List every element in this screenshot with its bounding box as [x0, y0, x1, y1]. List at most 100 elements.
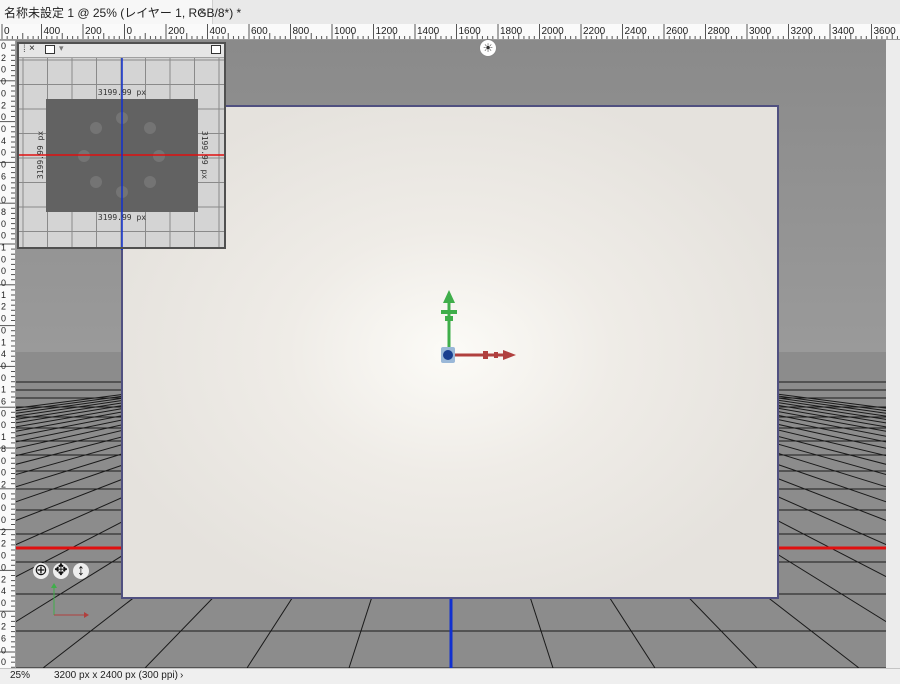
close-panel-icon[interactable]: × — [29, 43, 35, 54]
ruler-label: 1 — [1, 432, 6, 442]
ruler-label: 2 — [1, 53, 6, 63]
ruler-label: 1600 — [459, 26, 482, 37]
ruler-label: 0 — [1, 456, 6, 466]
dolly-camera-icon[interactable]: ↕ — [73, 563, 89, 579]
ruler-label: 0 — [1, 231, 6, 241]
gizmo-center-sphere[interactable] — [443, 350, 453, 360]
ruler-label: 0 — [1, 408, 6, 418]
zoom-level[interactable]: 25% — [10, 670, 30, 681]
ruler-label: 0 — [1, 420, 6, 430]
ruler-label: 0 — [1, 77, 6, 87]
dim-label-right: 3199.99 px — [200, 131, 209, 179]
ruler-label: 1800 — [500, 26, 523, 37]
chevron-down-icon[interactable]: ▾ — [59, 43, 64, 54]
ruler-label: 0 — [4, 26, 10, 37]
ruler-label: 6 — [1, 171, 6, 181]
document-info: 3200 px x 2400 px (300 ppi) — [54, 670, 178, 681]
ruler-label: 1 — [1, 290, 6, 300]
ruler-label: 0 — [1, 160, 6, 170]
ruler-label: 200 — [85, 26, 102, 37]
ruler-label: 0 — [1, 314, 6, 324]
ruler-label: 1 — [1, 337, 6, 347]
ruler-label: 2400 — [625, 26, 648, 37]
ruler-label: 6 — [1, 397, 6, 407]
close-icon[interactable]: × — [198, 4, 206, 19]
ruler-label: 0 — [1, 219, 6, 229]
ruler-label: 0 — [1, 373, 6, 383]
dim-label-bottom: 3199.99 px — [98, 213, 146, 222]
secondary-view-body[interactable]: 3199.99 px 3199.99 px 3199.99 px 3199.99… — [19, 58, 224, 247]
ruler-label: 0 — [1, 491, 6, 501]
secondary-view-panel[interactable]: ⁞ × ▾ 3199.99 px 3199.99 px 3199.99 px 3… — [17, 42, 226, 249]
ruler-label: 2 — [1, 539, 6, 549]
ruler-label: 2800 — [708, 26, 731, 37]
gizmo-x-scale[interactable] — [483, 351, 488, 359]
camera-widgets: ⊕ ✥ ↕ — [33, 563, 89, 579]
dim-label-top: 3199.99 px — [98, 88, 146, 97]
ruler-label: 0 — [1, 610, 6, 620]
ruler-label: 0 — [1, 65, 6, 75]
ruler-label: 0 — [1, 88, 6, 98]
dim-label-left: 3199.99 px — [36, 131, 45, 179]
ruler-label: 0 — [1, 645, 6, 655]
document-tab[interactable]: 名称未設定 1 @ 25% (レイヤー 1, RGB/8*) * × — [0, 0, 241, 24]
status-menu-arrow[interactable]: › — [180, 670, 183, 681]
ruler-label: 2200 — [583, 26, 606, 37]
ruler-label: 0 — [127, 26, 133, 37]
gizmo-y-rotate[interactable] — [441, 310, 457, 314]
swap-view-icon[interactable] — [211, 45, 221, 54]
ruler-label: 2 — [1, 302, 6, 312]
ruler-label: 2 — [1, 574, 6, 584]
ruler-label: 0 — [1, 503, 6, 513]
ruler-label: 0 — [1, 278, 6, 288]
ruler-label: 0 — [1, 515, 6, 525]
ruler-label: 3200 — [791, 26, 814, 37]
ruler-label: 1 — [1, 385, 6, 395]
ruler-label: 0 — [1, 551, 6, 561]
ruler-label: 2 — [1, 479, 6, 489]
vertical-scrollbar[interactable] — [886, 40, 900, 668]
ruler-label: 0 — [1, 657, 6, 667]
status-bar: 25% 3200 px x 2400 px (300 ppi) › — [0, 668, 900, 684]
ruler-label: 2 — [1, 622, 6, 632]
ruler-label: 6 — [1, 634, 6, 644]
ruler-label: 0 — [1, 195, 6, 205]
ruler-label: 0 — [1, 361, 6, 371]
view-camera-icon[interactable] — [45, 45, 55, 54]
ruler-label: 1400 — [417, 26, 440, 37]
ruler-horizontal[interactable]: 0 400 200 0 200 400 600 800 1000 1200 1400 1600 1800… — [0, 24, 900, 40]
secondary-view-header[interactable]: ⁞ × ▾ — [19, 43, 224, 58]
ruler-label: 0 — [1, 254, 6, 264]
secondary-view-scene: 3199.99 px 3199.99 px 3199.99 px 3199.99… — [19, 58, 224, 247]
pan-camera-icon[interactable]: ✥ — [53, 563, 69, 579]
ruler-label: 8 — [1, 207, 6, 217]
ruler-label: 0 — [1, 148, 6, 158]
ruler-label: 0 — [1, 468, 6, 478]
ruler-label: 0 — [1, 183, 6, 193]
ruler-label: 0 — [1, 112, 6, 122]
ruler-label: 3000 — [749, 26, 772, 37]
orbit-camera-icon[interactable]: ⊕ — [33, 563, 49, 579]
gizmo-x-rotate[interactable] — [494, 352, 498, 358]
ruler-vertical[interactable]: 0200020040060080010001200140016001800200… — [0, 40, 16, 668]
ruler-label: 0 — [1, 325, 6, 335]
ruler-label: 400 — [210, 26, 227, 37]
ruler-label: 0 — [1, 562, 6, 572]
ruler-label: 600 — [251, 26, 268, 37]
ruler-label: 3600 — [874, 26, 897, 37]
drag-handle-icon[interactable]: ⁞ — [23, 44, 26, 55]
gizmo-y-scale[interactable] — [445, 316, 453, 321]
ruler-label: 2 — [1, 527, 6, 537]
ruler-label: 0 — [1, 598, 6, 608]
ruler-horizontal-ticks: 0 400 200 0 200 400 600 800 1000 1200 1400 1600 1800… — [1, 24, 898, 39]
ruler-label: 1 — [1, 242, 6, 252]
ruler-label: 2 — [1, 100, 6, 110]
ruler-label: 4 — [1, 586, 6, 596]
ruler-vertical-ticks: 0200020040060080010001200140016001800200… — [0, 40, 15, 668]
ruler-label: 2600 — [666, 26, 689, 37]
light-icon[interactable]: ☀ — [479, 39, 497, 57]
ruler-label: 8 — [1, 444, 6, 454]
tab-bar: 名称未設定 1 @ 25% (レイヤー 1, RGB/8*) * × — [0, 0, 900, 25]
ruler-label: 200 — [168, 26, 185, 37]
ruler-label: 0 — [1, 124, 6, 134]
